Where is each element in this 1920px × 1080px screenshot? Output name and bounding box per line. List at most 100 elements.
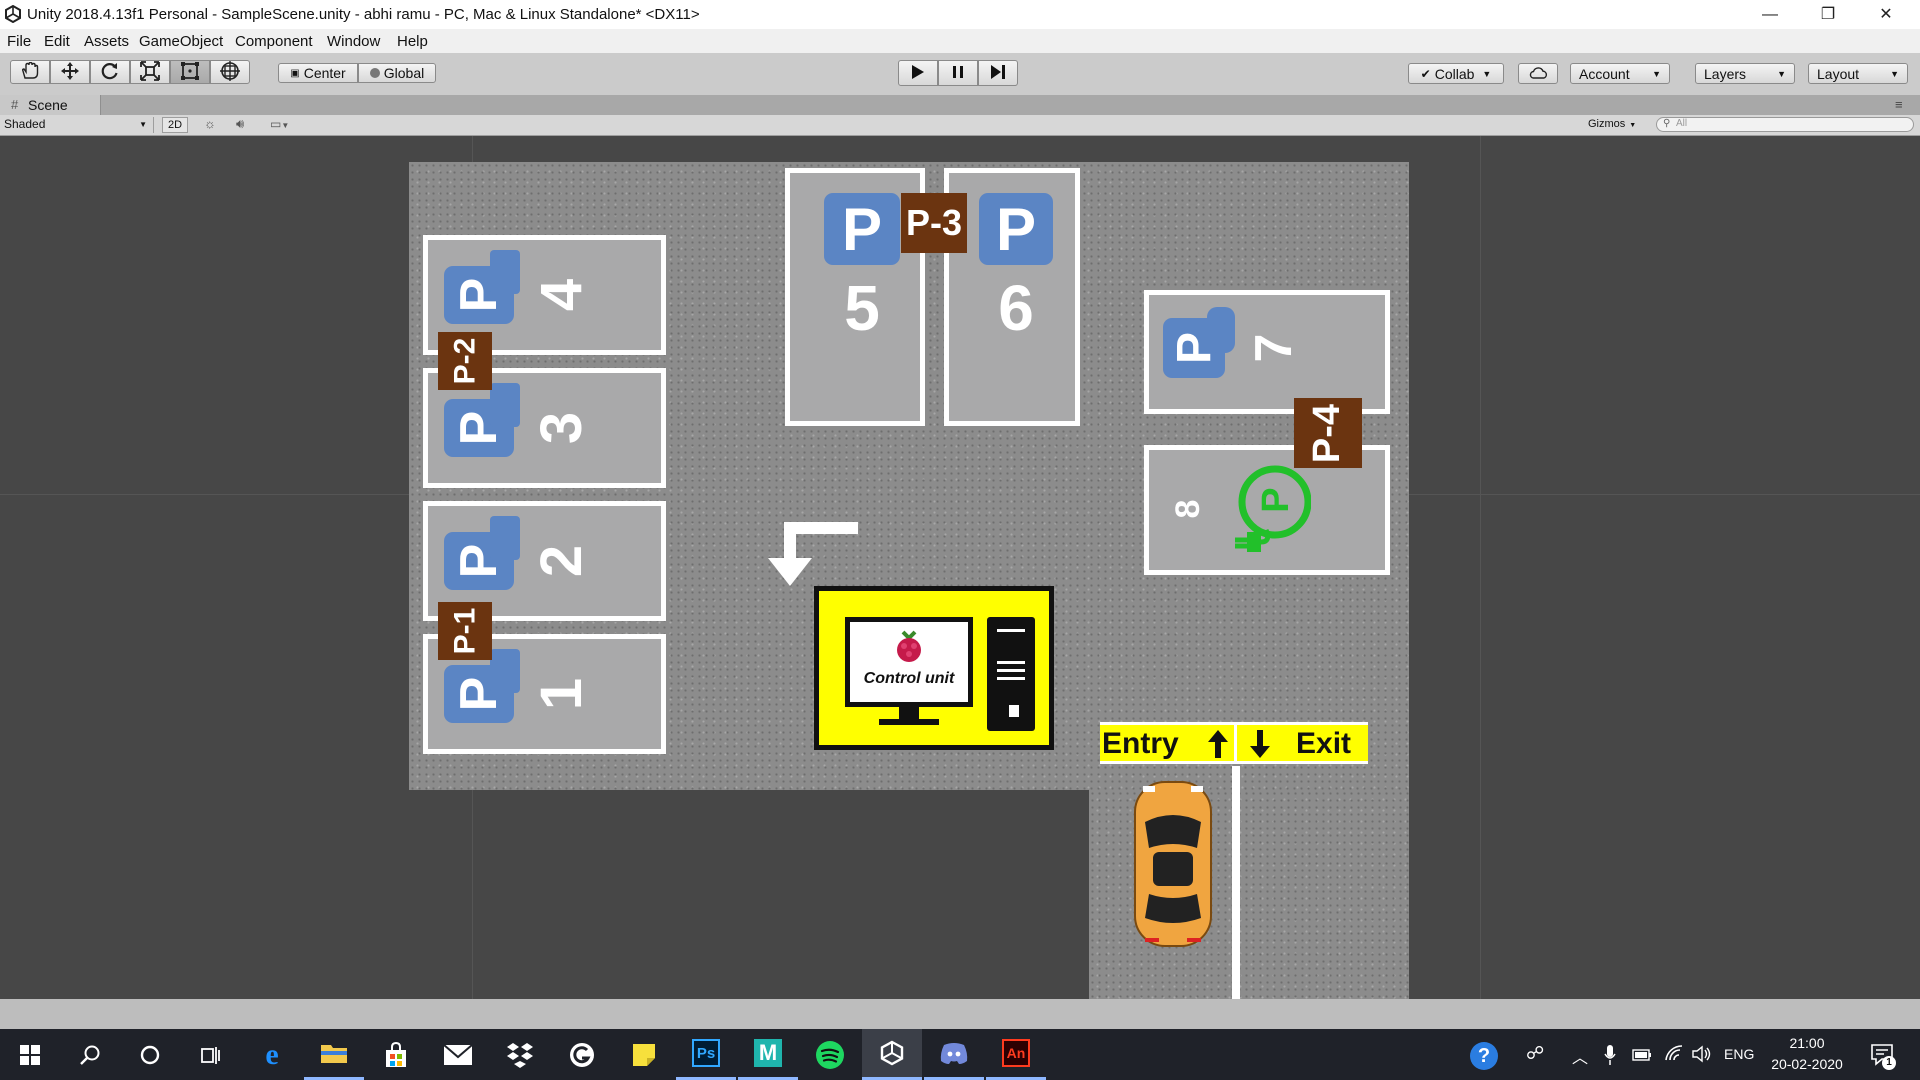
tower-vent [997, 661, 1025, 664]
arrow-down-icon [1248, 728, 1272, 765]
volume-icon[interactable] [1692, 1045, 1712, 1068]
chevron-down-icon: ▼ [1482, 68, 1492, 79]
car-sprite[interactable] [1131, 778, 1215, 950]
rotate-tool-icon [100, 61, 120, 84]
clock-date[interactable]: 20-02-2020 [1766, 1056, 1848, 1072]
exit-label: Exit [1296, 727, 1352, 760]
tower-vent [997, 677, 1025, 680]
tab-scene[interactable]: # Scene [0, 95, 101, 115]
rect-tool-button[interactable] [170, 60, 210, 84]
pause-button[interactable] [938, 60, 978, 86]
help-icon[interactable]: ? [1470, 1042, 1498, 1070]
windows-start-icon[interactable] [0, 1029, 60, 1080]
wifi-icon[interactable] [1664, 1044, 1684, 1067]
edge-icon[interactable]: e [242, 1029, 302, 1080]
discord-icon[interactable] [924, 1029, 984, 1080]
task-view-icon[interactable] [180, 1029, 240, 1080]
search-placeholder: All [1676, 118, 1688, 129]
gizmos-dropdown[interactable]: Gizmos ▼ [1588, 118, 1636, 130]
grid-line [1480, 136, 1481, 999]
entry-exit-sign: Entry Exit [1100, 722, 1368, 764]
scene-view-toolbar: Shaded ▼ 2D ☼ 🔊︎ ▭▼ Gizmos ▼ ⚲ All [0, 115, 1920, 136]
chevron-up-icon[interactable]: ︿ [1572, 1044, 1588, 1068]
globe-icon [369, 68, 380, 78]
rotate-tool-button[interactable] [90, 60, 130, 84]
spotify-icon[interactable] [800, 1029, 860, 1080]
shading-mode-label: Shaded [4, 117, 46, 131]
play-button[interactable] [898, 60, 938, 86]
unity-icon[interactable] [862, 1029, 922, 1080]
effects-toggle-icon[interactable]: ▭▼ [270, 117, 289, 131]
grid-icon: # [11, 97, 19, 112]
collab-dropdown[interactable]: ✔ Collab ▼ [1408, 63, 1504, 84]
microphone-icon[interactable] [1604, 1044, 1616, 1071]
search-icon[interactable] [60, 1029, 120, 1080]
menu-file[interactable]: File [7, 33, 31, 50]
truck-icon [490, 383, 520, 427]
collab-label: Collab [1434, 65, 1475, 82]
layers-dropdown[interactable]: Layers ▼ [1695, 63, 1795, 84]
main-toolbar: ▣ Center Global ✔ Collab ▼ Account ▼ Layers ▼… [0, 53, 1920, 96]
cloud-button[interactable] [1518, 63, 1558, 84]
layout-label: Layout [1817, 65, 1860, 82]
layout-dropdown[interactable]: Layout ▼ [1808, 63, 1908, 84]
restore-button[interactable]: ❐ [1800, 0, 1856, 29]
step-button[interactable] [978, 60, 1018, 86]
file-explorer-icon[interactable] [304, 1029, 364, 1080]
account-dropdown[interactable]: Account ▼ [1570, 63, 1670, 84]
audio-toggle-icon[interactable]: 🔊︎ [236, 116, 244, 132]
ev-charging-icon: P [1231, 462, 1312, 552]
scene-viewport[interactable]: P 4 P 3 P 2 P 1 P-2 P-1 P 5 P 6 P-3 P 7 … [0, 136, 1920, 999]
search-icon: ⚲ [1663, 118, 1671, 129]
space-global-button[interactable]: Global [358, 63, 436, 83]
step-icon [990, 64, 1006, 83]
animate-icon[interactable]: An [986, 1029, 1046, 1080]
menu-component[interactable]: Component [235, 33, 313, 50]
menu-gameobject[interactable]: GameObject [139, 33, 223, 50]
minimize-button[interactable]: — [1742, 0, 1798, 29]
language-indicator[interactable]: ENG [1724, 1046, 1754, 1062]
hierarchy-search-input[interactable]: ⚲ All [1656, 117, 1914, 132]
close-button[interactable]: ✕ [1858, 0, 1914, 29]
transform-tool-button[interactable] [210, 60, 250, 84]
battery-icon[interactable] [1632, 1048, 1652, 1066]
unity-logo-icon [4, 4, 22, 24]
menu-bar: File Edit Assets GameObject Component Wi… [0, 29, 1920, 53]
pivot-center-button[interactable]: ▣ Center [278, 63, 358, 83]
logitech-icon[interactable] [552, 1029, 612, 1080]
panel-menu-icon[interactable]: ≡ [1895, 97, 1903, 112]
sticky-notes-icon[interactable] [614, 1029, 674, 1080]
parking-slot-7[interactable]: P 7 [1144, 290, 1390, 414]
clock-time[interactable]: 21:00 [1774, 1035, 1840, 1051]
lighting-toggle-icon[interactable]: ☼ [204, 116, 216, 131]
people-icon[interactable]: ☍ [1526, 1043, 1544, 1064]
menu-help[interactable]: Help [397, 33, 428, 50]
scale-tool-button[interactable] [130, 60, 170, 84]
parking-tag-p4: P-4 [1294, 398, 1362, 468]
move-tool-button[interactable] [50, 60, 90, 84]
maya-icon[interactable]: M [738, 1029, 798, 1080]
store-icon[interactable] [366, 1029, 426, 1080]
shading-mode-dropdown[interactable]: Shaded ▼ [4, 117, 154, 133]
menu-window[interactable]: Window [327, 33, 380, 50]
hand-tool-button[interactable] [10, 60, 50, 84]
arrow-up-icon [1206, 728, 1230, 765]
photoshop-label: Ps [692, 1039, 720, 1067]
title-bar: Unity 2018.4.13f1 Personal - SampleScene… [0, 0, 1920, 29]
menu-assets[interactable]: Assets [84, 33, 129, 50]
scene-tab-label: Scene [28, 97, 68, 113]
photoshop-icon[interactable]: Ps [676, 1029, 736, 1080]
scene-tab-bar: # Scene ≡ [0, 95, 1920, 115]
sign-divider [1234, 725, 1237, 763]
slot-number: 1 [528, 677, 594, 711]
dropbox-icon[interactable] [490, 1029, 550, 1080]
pivot-icon: ▣ [290, 67, 300, 79]
cortana-icon[interactable] [120, 1029, 180, 1080]
animate-label: An [1002, 1039, 1030, 1067]
menu-edit[interactable]: Edit [44, 33, 70, 50]
2d-toggle-button[interactable]: 2D [162, 117, 188, 133]
raspberry-pi-icon [894, 628, 924, 664]
control-unit-label: Control unit [863, 670, 955, 687]
mail-icon[interactable] [428, 1029, 488, 1080]
control-unit[interactable]: Control unit [814, 586, 1054, 750]
